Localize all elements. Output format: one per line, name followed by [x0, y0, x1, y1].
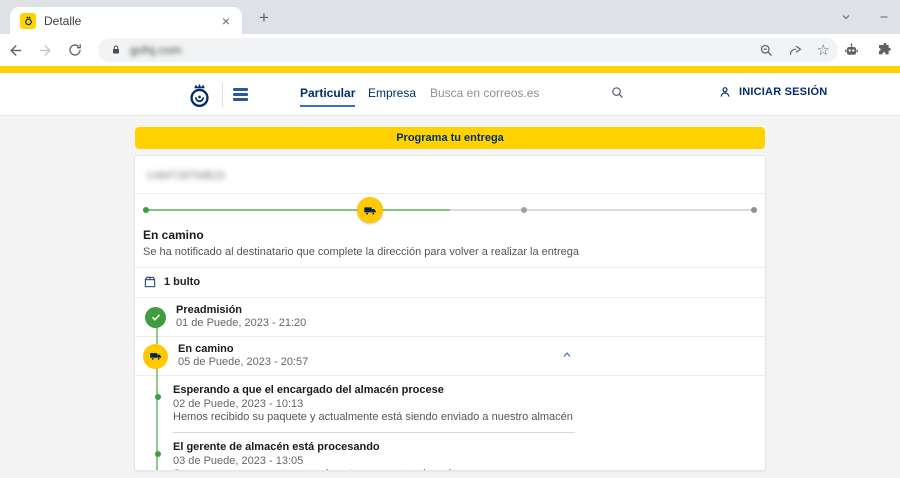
event-date: 01 de Puede, 2023 - 21:20 [176, 317, 306, 330]
back-icon[interactable] [0, 42, 30, 59]
status-description: Se ha notificado al destinatario que com… [143, 246, 757, 259]
zoom-out-icon[interactable] [759, 43, 774, 58]
reload-icon[interactable] [60, 42, 90, 58]
tracking-number-redacted: U4MT28TMB23 [147, 170, 225, 182]
extensions-puzzle-icon[interactable] [876, 42, 892, 58]
address-bar[interactable]: gofsj.com ☆ [98, 38, 838, 62]
status-title: En camino [143, 228, 757, 242]
packages-row: 1 bulto [135, 268, 765, 297]
bookmark-star-icon[interactable]: ☆ [817, 43, 830, 58]
substep: Esperando a que el encargado del almacén… [173, 376, 765, 433]
package-box-icon [143, 275, 157, 289]
page-content: Programa tu entrega U4MT28TMB23 En camin… [0, 116, 900, 478]
progress-fill [143, 209, 450, 211]
correos-yellow-bar [0, 66, 900, 73]
tab-title: Detalle [44, 14, 218, 28]
nav-particular[interactable]: Particular [300, 86, 355, 107]
forward-icon[interactable] [30, 42, 60, 59]
tab-search-chevron-icon[interactable] [840, 11, 852, 23]
login-button[interactable]: INICIAR SESIÓN [718, 85, 827, 99]
packages-label: 1 bulto [164, 276, 200, 288]
url-text: gofsj.com [130, 43, 181, 57]
substep-description: Su paquete se encuentra actualmente en n… [173, 468, 765, 471]
check-circle-icon [145, 307, 166, 328]
event-title: En camino [178, 343, 308, 356]
header-divider [222, 83, 223, 107]
tracking-card: U4MT28TMB23 En camino Se ha notificado a… [134, 155, 766, 471]
truck-circle-icon [143, 344, 168, 369]
user-icon [718, 85, 732, 99]
event-date: 05 de Puede, 2023 - 20:57 [178, 356, 308, 369]
lock-icon [110, 44, 122, 56]
substep: El gerente de almacén está procesando 03… [173, 433, 765, 471]
shipment-progress-bar [143, 194, 757, 226]
timeline-event-preadmision: Preadmisión 01 de Puede, 2023 - 21:20 [135, 298, 765, 336]
browser-toolbar: gofsj.com ☆ [0, 34, 900, 66]
login-label: INICIAR SESIÓN [739, 86, 827, 98]
collapse-chevron-up-icon[interactable] [559, 347, 575, 363]
close-tab-icon[interactable]: × [218, 13, 234, 29]
share-icon[interactable] [788, 43, 803, 58]
menu-hamburger-icon[interactable] [233, 88, 248, 103]
correos-logo[interactable] [184, 79, 215, 110]
progress-stop-end [751, 207, 757, 213]
schedule-delivery-button[interactable]: Programa tu entrega [135, 127, 765, 149]
substep-title: Esperando a que el encargado del almacén… [173, 384, 765, 397]
progress-stop-start [143, 207, 149, 213]
site-search-input[interactable] [430, 86, 600, 100]
browser-tab[interactable]: Detalle × [10, 7, 242, 34]
nav-empresa[interactable]: Empresa [368, 86, 416, 100]
substep-date: 03 de Puede, 2023 - 13:05 [173, 454, 765, 468]
minimize-window-icon[interactable] [878, 11, 890, 23]
correos-favicon-icon [20, 13, 36, 29]
site-search-icon[interactable] [610, 85, 625, 100]
robot-extension-icon[interactable] [843, 42, 860, 59]
new-tab-button[interactable]: + [252, 8, 276, 28]
substeps-list: Esperando a que el encargado del almacén… [135, 376, 765, 471]
event-title: Preadmisión [176, 304, 306, 317]
tracking-timeline: Preadmisión 01 de Puede, 2023 - 21:20 En… [135, 298, 765, 471]
substep-title: El gerente de almacén está procesando [173, 441, 765, 454]
site-header: Particular Empresa INICIAR SESIÓN [0, 73, 900, 116]
browser-tab-strip: Detalle × + [0, 0, 900, 34]
truck-progress-icon [357, 197, 383, 223]
timeline-event-en-camino[interactable]: En camino 05 de Puede, 2023 - 20:57 [135, 337, 765, 375]
substep-date: 02 de Puede, 2023 - 10:13 [173, 397, 765, 411]
progress-stop-mid [521, 207, 527, 213]
substep-description: Hemos recibido su paquete y actualmente … [173, 411, 765, 424]
